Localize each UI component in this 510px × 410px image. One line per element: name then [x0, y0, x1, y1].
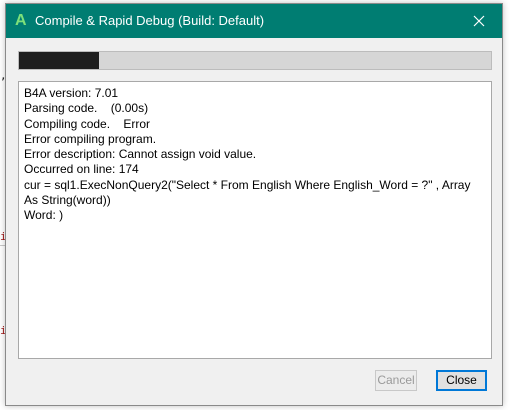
close-icon: [473, 15, 485, 27]
cancel-button[interactable]: Cancel: [375, 370, 417, 391]
log-line: cur = sql1.ExecNonQuery2("Select * From …: [24, 177, 474, 208]
log-line: Error description: Cannot assign void va…: [24, 147, 257, 162]
log-line: Error compiling program.: [24, 131, 157, 146]
close-button[interactable]: Close: [436, 370, 487, 391]
log-line: B4A version: 7.01: [24, 86, 119, 100]
log-line: Parsing code. (0.00s): [24, 101, 149, 116]
log-line: Compiling code. Error: [24, 116, 151, 131]
compile-log-output[interactable]: B4A version: 7.01 Parsing code. (0.00s) …: [18, 81, 492, 359]
progress-fill: [19, 52, 100, 69]
b4a-app-icon: A: [15, 12, 27, 29]
close-window-button[interactable]: [456, 4, 502, 38]
compile-dialog: A Compile & Rapid Debug (Build: Default)…: [5, 3, 503, 406]
compile-progress-bar: [18, 51, 492, 70]
log-line: Word: ): [24, 208, 64, 223]
title-bar[interactable]: A Compile & Rapid Debug (Build: Default): [6, 4, 502, 38]
window-title: Compile & Rapid Debug (Build: Default): [35, 13, 265, 28]
log-line: Occurred on line: 174: [24, 162, 139, 177]
